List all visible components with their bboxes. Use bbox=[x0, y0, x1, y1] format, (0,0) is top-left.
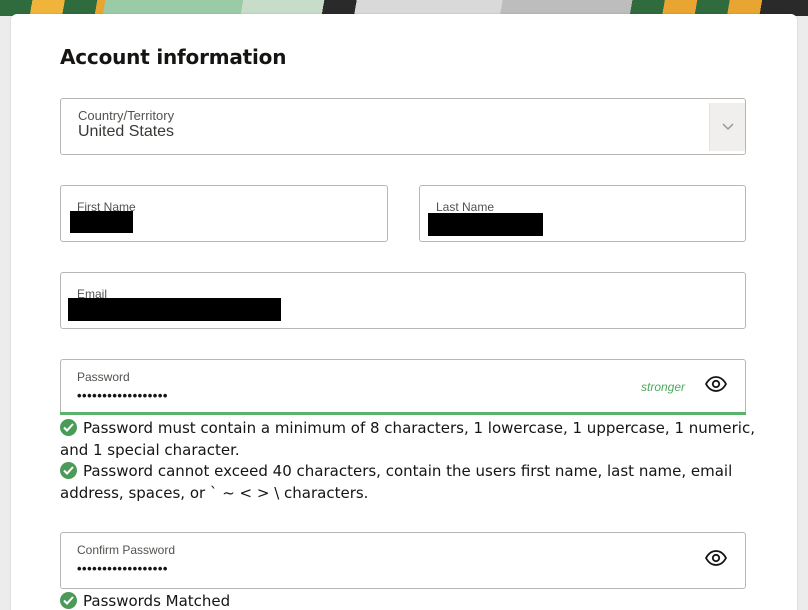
page-background: Account information Country/Territory Un… bbox=[0, 0, 808, 610]
passwords-matched-status: Passwords Matched bbox=[60, 590, 755, 610]
password-label: Password bbox=[77, 370, 130, 384]
country-dropdown-toggle[interactable] bbox=[709, 103, 745, 151]
password-visibility-toggle[interactable] bbox=[704, 374, 728, 398]
password-rule-length: Password must contain a minimum of 8 cha… bbox=[60, 417, 755, 461]
email-field[interactable]: Email bbox=[60, 272, 746, 329]
password-rule-text: Password cannot exceed 40 characters, co… bbox=[60, 462, 733, 502]
email-redacted-value bbox=[68, 298, 281, 321]
eye-icon bbox=[704, 549, 728, 571]
account-form-card: Account information Country/Territory Un… bbox=[11, 14, 797, 610]
confirm-password-masked-value: •••••••••••••••••• bbox=[77, 561, 168, 576]
country-value: United States bbox=[78, 123, 175, 140]
country-select[interactable]: Country/Territory United States bbox=[60, 98, 746, 155]
last-name-redacted-value bbox=[428, 213, 543, 236]
password-strength-bar bbox=[60, 412, 746, 415]
first-name-redacted-value bbox=[70, 211, 133, 233]
check-circle-icon bbox=[60, 592, 77, 609]
page-title: Account information bbox=[60, 45, 287, 69]
password-rule-restrictions: Password cannot exceed 40 characters, co… bbox=[60, 460, 755, 504]
confirm-password-visibility-toggle[interactable] bbox=[704, 548, 728, 572]
password-strength-indicator: stronger bbox=[641, 380, 686, 394]
check-circle-icon bbox=[60, 419, 77, 436]
first-name-field[interactable]: First Name bbox=[60, 185, 388, 242]
password-field[interactable]: Password •••••••••••••••••• stronger bbox=[60, 359, 746, 415]
password-masked-value: •••••••••••••••••• bbox=[77, 388, 168, 403]
eye-icon bbox=[704, 375, 728, 397]
last-name-field[interactable]: Last Name bbox=[419, 185, 746, 242]
confirm-password-label: Confirm Password bbox=[77, 543, 176, 557]
country-label: Country/Territory bbox=[78, 108, 175, 123]
check-circle-icon bbox=[60, 462, 77, 479]
password-rule-text: Password must contain a minimum of 8 cha… bbox=[60, 419, 755, 459]
passwords-matched-text: Passwords Matched bbox=[83, 592, 231, 610]
confirm-password-field[interactable]: Confirm Password •••••••••••••••••• bbox=[60, 532, 746, 589]
last-name-label: Last Name bbox=[436, 200, 495, 214]
chevron-down-icon bbox=[721, 118, 734, 136]
